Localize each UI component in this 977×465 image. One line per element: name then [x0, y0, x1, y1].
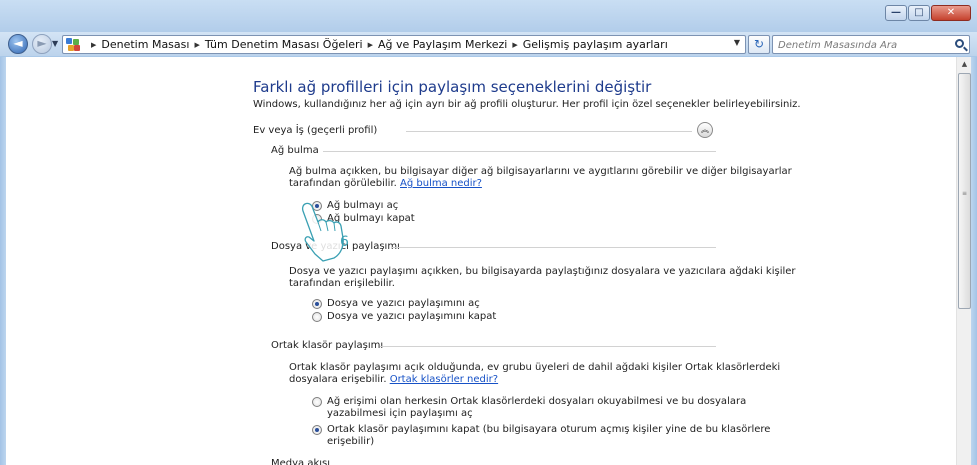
search-input[interactable]: [778, 37, 948, 53]
minimize-button[interactable]: —: [885, 5, 907, 21]
address-dropdown-icon[interactable]: ▼: [734, 38, 740, 47]
radio-label-line: erişebilir): [327, 436, 375, 447]
maximize-icon: □: [914, 7, 924, 18]
breadcrumb-item[interactable]: Tüm Denetim Masası Öğeleri: [205, 38, 363, 51]
search-icon[interactable]: [955, 39, 964, 48]
refresh-button[interactable]: ↻: [748, 35, 770, 54]
control-panel-icon: [66, 37, 82, 52]
description-line: Ağ bulma açıkken, bu bilgisayar diğer ağ…: [289, 166, 792, 177]
page-subtitle: Windows, kullandığınız her ağ için ayrı …: [253, 99, 801, 110]
vertical-scrollbar[interactable]: ▲ ≡: [956, 57, 971, 465]
description-line: Dosya ve yazıcı paylaşımı açıkken, bu bi…: [289, 266, 796, 277]
divider: [380, 346, 716, 347]
breadcrumb-separator-icon[interactable]: ▶: [368, 41, 373, 49]
radio-public-folder-on[interactable]: Ağ erişimi olan herkesin Ortak klasörler…: [312, 396, 746, 420]
public-folder-title: Ortak klasör paylaşımı: [271, 340, 384, 351]
radio-icon[interactable]: [312, 397, 322, 407]
breadcrumb-separator-icon[interactable]: ▶: [91, 41, 96, 49]
public-folder-description: Ortak klasör paylaşımı açık olduğunda, e…: [289, 362, 780, 386]
network-discovery-title: Ağ bulma: [271, 145, 319, 156]
breadcrumb-item[interactable]: Ağ ve Paylaşım Merkezi: [378, 38, 507, 51]
refresh-icon: ↻: [753, 37, 765, 51]
public-folder-help-link[interactable]: Ortak klasörler nedir?: [390, 374, 498, 385]
breadcrumb-separator-icon[interactable]: ▶: [194, 41, 199, 49]
network-discovery-description: Ağ bulma açıkken, bu bilgisayar diğer ağ…: [289, 166, 792, 190]
radio-icon[interactable]: [312, 312, 322, 322]
description-text: tarafından görülebilir.: [289, 178, 397, 189]
forward-button[interactable]: ►: [32, 34, 52, 54]
address-bar[interactable]: ▶ Denetim Masası ▶ Tüm Denetim Masası Öğ…: [62, 35, 746, 54]
description-line: tarafından erişilebilir.: [289, 278, 395, 289]
scroll-up-icon[interactable]: ▲: [959, 60, 970, 70]
back-arrow-icon: ◄: [13, 36, 23, 50]
pointing-hand-icon: [301, 202, 344, 262]
radio-label-line: yazabilmesi için paylaşımı aç: [327, 408, 473, 419]
radio-label: Ortak klasör paylaşımını kapat (bu bilgi…: [327, 424, 770, 448]
description-line: tarafından görülebilir. Ağ bulma nedir?: [289, 178, 792, 190]
divider: [323, 151, 716, 152]
grip-icon: ≡: [962, 190, 968, 197]
page-title: Farklı ağ profilleri için paylaşım seçen…: [253, 78, 652, 96]
breadcrumb-item[interactable]: Denetim Masası: [101, 38, 189, 51]
radio-file-sharing-on[interactable]: Dosya ve yazıcı paylaşımını aç: [312, 298, 480, 310]
collapse-profile-button[interactable]: ︽: [697, 122, 713, 138]
divider: [392, 247, 716, 248]
radio-selected-icon[interactable]: [312, 425, 322, 435]
radio-selected-icon[interactable]: [312, 299, 322, 309]
step-number-label: 6: [340, 234, 349, 250]
window-controls: — □ ✕: [884, 5, 971, 21]
radio-file-sharing-off[interactable]: Dosya ve yazıcı paylaşımını kapat: [312, 311, 496, 323]
history-dropdown-icon[interactable]: ▼: [52, 36, 62, 52]
profile-title: Ev veya İş (geçerli profil): [253, 125, 378, 136]
close-button[interactable]: ✕: [931, 5, 971, 21]
description-line: dosyalara erişebilir. Ortak klasörler ne…: [289, 374, 780, 386]
close-icon: ✕: [946, 7, 956, 18]
description-line: Ortak klasör paylaşımı açık olduğunda, e…: [289, 362, 781, 373]
minimize-icon: —: [891, 7, 901, 18]
forward-arrow-icon: ►: [37, 36, 47, 50]
maximize-button[interactable]: □: [908, 5, 930, 21]
scrollbar-thumb[interactable]: ≡: [958, 73, 971, 309]
radio-label-line: Ağ erişimi olan herkesin Ortak klasörler…: [327, 396, 747, 407]
radio-label: Dosya ve yazıcı paylaşımını kapat: [327, 311, 497, 322]
divider: [406, 131, 692, 132]
breadcrumb-item-current[interactable]: Gelişmiş paylaşım ayarları: [523, 38, 668, 51]
description-text: dosyalara erişebilir.: [289, 374, 387, 385]
window-right-border: [971, 57, 977, 465]
radio-label-line: Ortak klasör paylaşımını kapat (bu bilgi…: [327, 424, 771, 435]
chevron-up-icon: ︽: [701, 125, 709, 134]
search-box[interactable]: [772, 35, 970, 54]
network-discovery-help-link[interactable]: Ağ bulma nedir?: [400, 178, 482, 189]
radio-label: Ağ erişimi olan herkesin Ortak klasörler…: [327, 396, 746, 420]
file-sharing-description: Dosya ve yazıcı paylaşımı açıkken, bu bi…: [289, 266, 796, 290]
navigation-bar: ◄ ► ▼ ▶ Denetim Masası ▶ Tüm Denetim Mas…: [0, 32, 977, 56]
radio-public-folder-off[interactable]: Ortak klasör paylaşımını kapat (bu bilgi…: [312, 424, 770, 448]
radio-label: Dosya ve yazıcı paylaşımını aç: [327, 298, 480, 309]
back-button[interactable]: ◄: [8, 34, 28, 54]
media-streaming-title: Medya akışı: [271, 458, 331, 465]
breadcrumb-separator-icon[interactable]: ▶: [512, 41, 517, 49]
title-bar: — □ ✕: [0, 0, 977, 32]
